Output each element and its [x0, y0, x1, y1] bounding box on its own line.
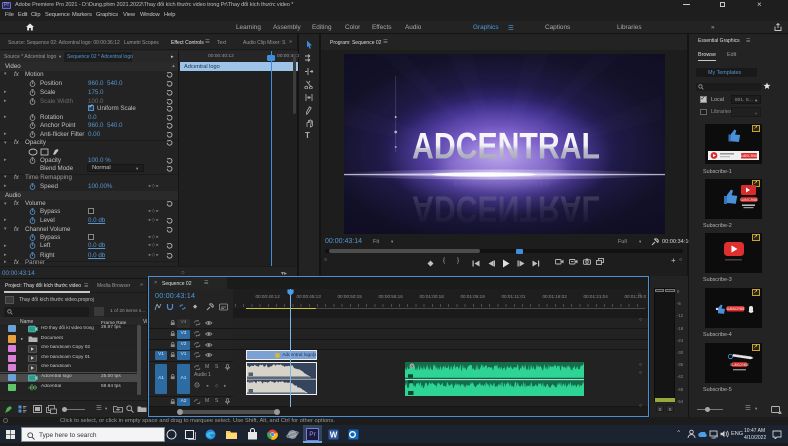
- svg-text:SUBSCRIBE: SUBSCRIBE: [730, 363, 748, 367]
- svg-text:SUBSCRIBE: SUBSCRIBE: [726, 307, 746, 311]
- svg-text:W: W: [330, 431, 338, 440]
- svg-text:SUBSCRIBE: SUBSCRIBE: [739, 154, 759, 158]
- svg-text:SUBSCRIBE: SUBSCRIBE: [740, 198, 758, 202]
